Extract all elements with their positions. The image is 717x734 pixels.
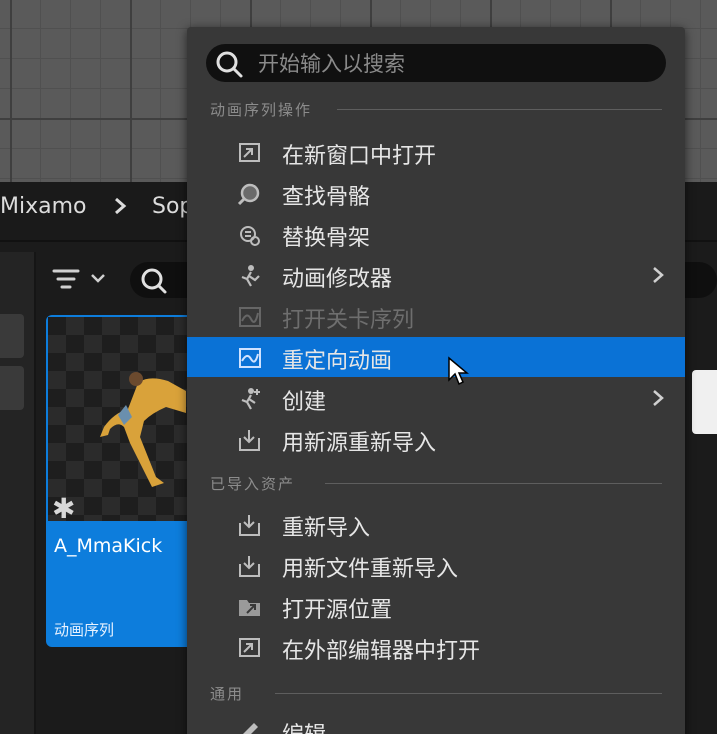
menu-item-label: 动画修改器 xyxy=(282,267,393,292)
sources-toggle-button-2[interactable] xyxy=(0,366,24,410)
reimport-new-file-icon xyxy=(237,554,263,578)
menu-item-anim-modifier[interactable]: 动画修改器 xyxy=(187,255,685,295)
section-divider xyxy=(337,109,662,110)
menu-item-label: 查找骨骼 xyxy=(282,185,371,210)
menu-item-open-window[interactable]: 在新窗口中打开 xyxy=(187,132,685,172)
menu-item-reimport-new-source[interactable]: 用新源重新导入 xyxy=(187,419,685,459)
edit-icon xyxy=(237,720,263,734)
menu-item-edit[interactable]: 编辑 xyxy=(187,711,685,734)
menu-item-label: 用新源重新导入 xyxy=(282,431,437,456)
chevron-right-icon xyxy=(651,265,665,285)
open-window-icon xyxy=(237,141,263,165)
menu-item-label: 编辑 xyxy=(282,717,326,734)
sources-panel xyxy=(0,252,36,734)
menu-item-reimport-new-file[interactable]: 用新文件重新导入 xyxy=(187,545,685,585)
menu-search-input[interactable] xyxy=(256,48,660,80)
menu-item-label: 用新文件重新导入 xyxy=(282,557,459,582)
tooltip xyxy=(692,370,717,434)
replace-skeleton-icon xyxy=(237,223,263,247)
menu-item-label: 重定向动画 xyxy=(282,349,393,374)
section-header-common: 通用 xyxy=(210,685,245,703)
menu-search-box[interactable] xyxy=(206,44,666,82)
create-icon xyxy=(237,387,263,411)
menu-item-label: 创建 xyxy=(282,390,327,415)
section-header-imported: 已导入资产 xyxy=(210,475,296,493)
search-icon xyxy=(141,268,167,294)
character-figure-icon xyxy=(100,372,186,487)
menu-item-open-source-location[interactable]: 打开源位置 xyxy=(187,586,685,626)
section-divider xyxy=(275,693,662,694)
level-sequence-icon xyxy=(237,305,263,329)
chevron-right-icon xyxy=(651,388,665,408)
reimport-new-source-icon xyxy=(237,428,263,452)
section-divider xyxy=(325,483,662,484)
retarget-icon xyxy=(237,346,263,370)
asset-type: 动画序列 xyxy=(54,621,115,639)
section-header-anim-ops: 动画序列操作 xyxy=(210,101,313,119)
editor-window: Mixamo Sop ✱ A_MmaKick 动画序列 开始输入以搜索 动画序列… xyxy=(0,0,717,734)
search-icon xyxy=(216,51,243,78)
breadcrumb-item-mixamo[interactable]: Mixamo xyxy=(0,194,87,219)
chevron-down-icon xyxy=(91,274,105,283)
anim-modifier-icon xyxy=(237,264,263,288)
mouse-cursor-icon xyxy=(448,356,469,386)
context-menu: 动画序列操作 已导入资产 通用 在新窗口中打开查找骨骼替换骨架动画修改器打开关卡… xyxy=(187,27,685,734)
asterisk-icon: ✱ xyxy=(52,492,76,525)
menu-item-level-sequence: 打开关卡序列 xyxy=(187,296,685,336)
menu-item-retarget[interactable]: 重定向动画 xyxy=(187,337,685,377)
filter-button[interactable] xyxy=(50,262,114,296)
menu-item-open-external-editor[interactable]: 在外部编辑器中打开 xyxy=(187,627,685,667)
menu-item-label: 在外部编辑器中打开 xyxy=(282,639,481,664)
menu-item-label: 打开关卡序列 xyxy=(282,308,415,333)
filter-icon xyxy=(52,269,105,289)
sources-toggle-button[interactable] xyxy=(0,314,24,358)
open-source-location-icon xyxy=(237,595,263,619)
menu-item-label: 在新窗口中打开 xyxy=(282,144,437,169)
menu-item-label: 重新导入 xyxy=(282,516,371,541)
menu-item-label: 替换骨架 xyxy=(282,226,371,251)
chevron-right-icon xyxy=(112,196,128,216)
reimport-icon xyxy=(237,513,263,537)
find-skeleton-icon xyxy=(237,182,263,206)
menu-item-replace-skeleton[interactable]: 替换骨架 xyxy=(187,214,685,254)
asset-thumbnail: ✱ xyxy=(48,317,194,525)
menu-item-label: 打开源位置 xyxy=(282,598,393,623)
asset-name: A_MmaKick xyxy=(54,535,163,557)
menu-item-reimport[interactable]: 重新导入 xyxy=(187,504,685,544)
asset-tile[interactable]: ✱ A_MmaKick 动画序列 xyxy=(46,315,196,647)
menu-item-create[interactable]: 创建 xyxy=(187,378,685,418)
open-external-editor-icon xyxy=(237,636,263,660)
menu-item-find-skeleton[interactable]: 查找骨骼 xyxy=(187,173,685,213)
